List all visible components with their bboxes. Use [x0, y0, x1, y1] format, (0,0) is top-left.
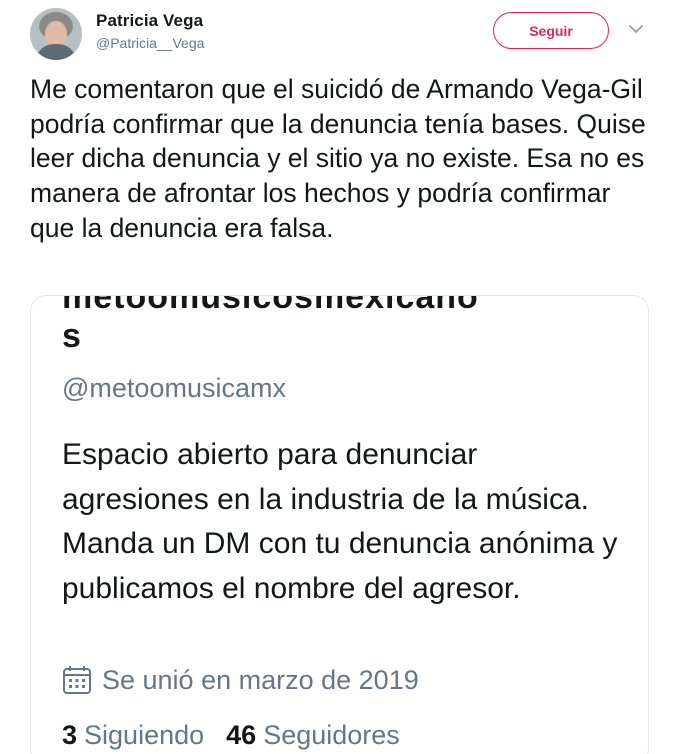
- tweet-text: Me comentaron que el suicidó de Armando …: [30, 74, 646, 243]
- follow-button[interactable]: Seguir: [493, 12, 609, 49]
- author-handle[interactable]: @Patricia__Vega: [96, 35, 204, 51]
- chevron-down-icon[interactable]: [627, 22, 645, 36]
- profile-stats: 3 Siguiendo 46 Seguidores: [62, 720, 422, 751]
- joined-date: Se unió en marzo de 2019: [102, 664, 419, 695]
- calendar-icon: [62, 665, 92, 695]
- followers-label: Seguidores: [263, 720, 400, 750]
- profile-handle: @metoomusicamx: [62, 373, 286, 403]
- followers-count: 46: [226, 720, 257, 750]
- tweet-media-card[interactable]: metoomusicosmexicano s @metoomusicamx Es…: [30, 295, 649, 754]
- avatar[interactable]: [30, 8, 82, 60]
- profile-name-last: s: [62, 317, 81, 355]
- avatar-image: [30, 8, 82, 60]
- author-display-name[interactable]: Patricia Vega: [96, 11, 203, 31]
- profile-name-cut: metoomusicosmexicano: [62, 295, 479, 316]
- joined-row: Se unió en marzo de 2019: [62, 664, 419, 696]
- following-count: 3: [62, 720, 78, 750]
- following-label: Siguiendo: [84, 720, 205, 750]
- profile-bio: Espacio abierto para denunciar agresione…: [62, 438, 618, 605]
- tweet: Patricia Vega @Patricia__Vega Seguir Me …: [0, 0, 680, 754]
